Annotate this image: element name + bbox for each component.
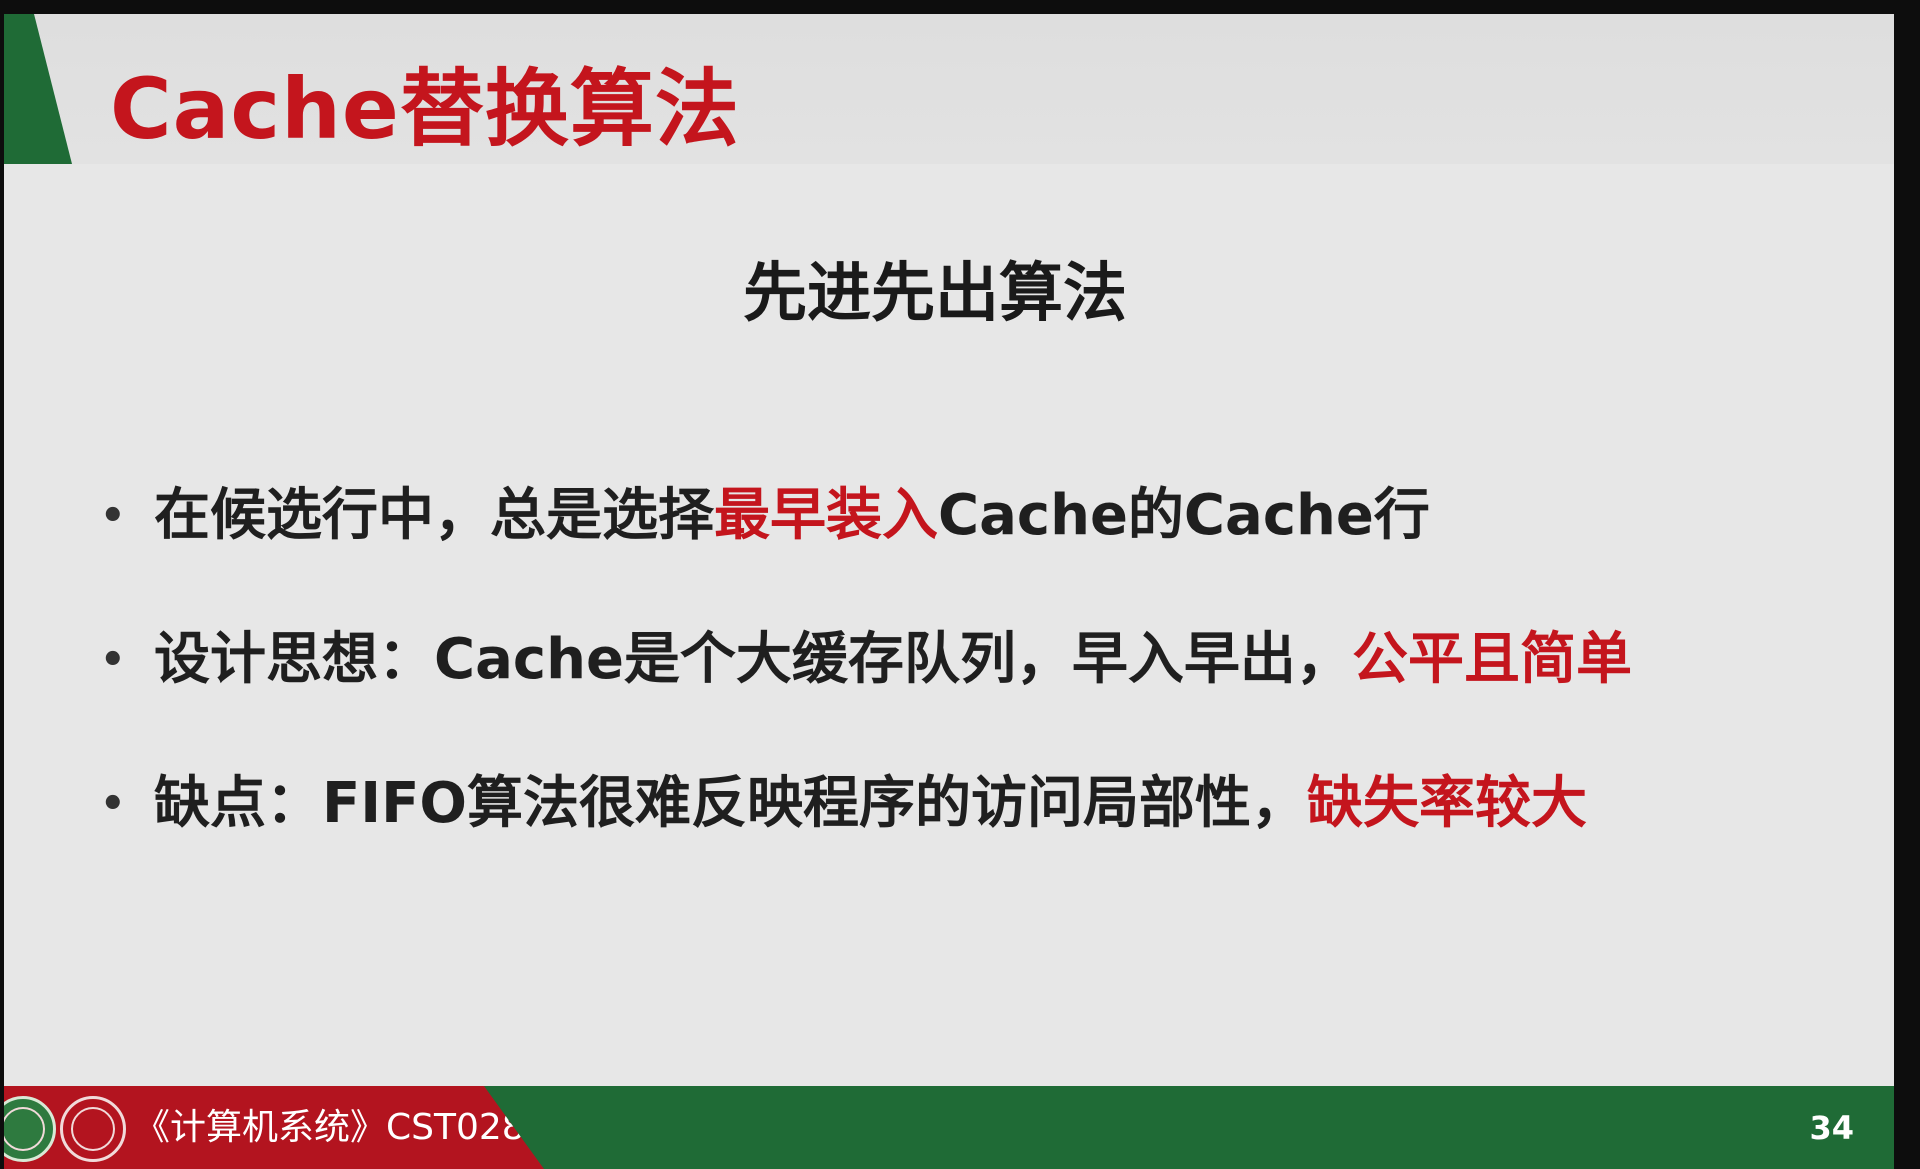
bullet-text: 缺点：FIFO算法很难反映程序的访问局部性， xyxy=(154,771,1307,836)
green-wedge-decoration xyxy=(4,14,72,164)
screen-frame: Cache替换算法 先进先出算法 • 在候选行中，总是选择最早装入Cache的C… xyxy=(0,0,1920,1169)
course-name: 《计算机系统》CST028 xyxy=(134,1107,525,1148)
bullet-dot-icon: • xyxy=(100,493,126,539)
bullet-list: • 在候选行中，总是选择最早装入Cache的Cache行 • 设计思想：Cach… xyxy=(100,484,1632,916)
bullet-item: • 缺点：FIFO算法很难反映程序的访问局部性，缺失率较大 xyxy=(100,772,1632,916)
slide-subtitle: 先进先出算法 xyxy=(743,257,1127,331)
bullet-text: 在候选行中，总是选择 xyxy=(154,483,714,548)
university-logo-icon xyxy=(4,1096,56,1162)
presentation-slide: Cache替换算法 先进先出算法 • 在候选行中，总是选择最早装入Cache的C… xyxy=(4,14,1894,1169)
bullet-dot-icon: • xyxy=(100,637,126,683)
bullet-item: • 设计思想：Cache是个大缓存队列，早入早出，公平且简单 xyxy=(100,628,1632,772)
bullet-dot-icon: • xyxy=(100,781,126,827)
slide-title: Cache替换算法 xyxy=(110,60,740,158)
bullet-highlight: 缺失率较大 xyxy=(1306,771,1587,836)
page-number: 34 xyxy=(1809,1109,1854,1147)
title-band: Cache替换算法 xyxy=(4,14,1894,164)
bullet-highlight: 公平且简单 xyxy=(1351,627,1632,692)
bullet-text: 设计思想：Cache是个大缓存队列，早入早出， xyxy=(154,627,1352,692)
bullet-highlight: 最早装入 xyxy=(714,483,938,548)
slide-footer: 《计算机系统》CST028 34 xyxy=(4,1086,1894,1169)
logo-ring xyxy=(4,1107,45,1151)
emblem-ring xyxy=(71,1107,115,1151)
bullet-text: Cache的Cache行 xyxy=(938,483,1430,548)
school-emblem-icon xyxy=(60,1096,126,1162)
footer-red-band: 《计算机系统》CST028 xyxy=(4,1086,544,1169)
bullet-item: • 在候选行中，总是选择最早装入Cache的Cache行 xyxy=(100,484,1632,628)
